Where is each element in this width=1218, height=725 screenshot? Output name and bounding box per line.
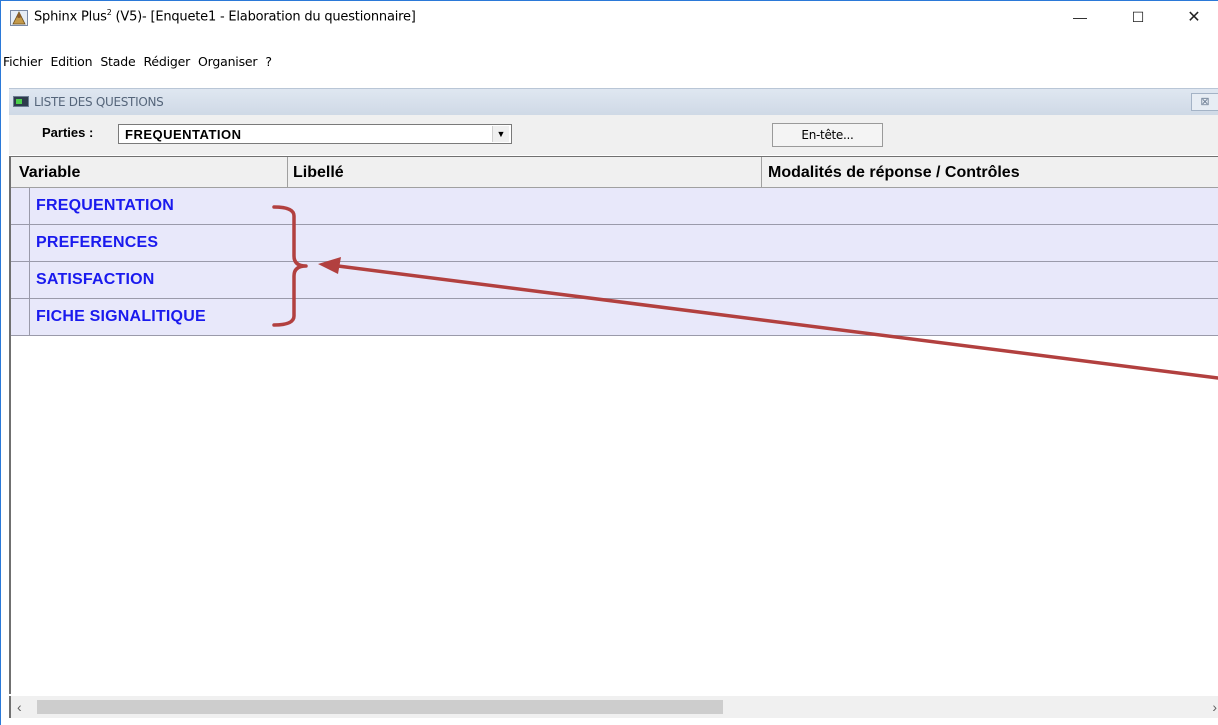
row-divider bbox=[29, 262, 30, 299]
menu-organiser[interactable]: Organiser bbox=[196, 54, 259, 69]
row-variable: FICHE SIGNALITIQUE bbox=[36, 308, 206, 325]
menu-fichier[interactable]: Fichier bbox=[1, 54, 44, 69]
row-variable: FREQUENTATION bbox=[36, 197, 174, 214]
row-divider bbox=[29, 188, 30, 225]
column-header-variable[interactable]: Variable bbox=[19, 164, 80, 182]
table-row[interactable]: FREQUENTATION bbox=[11, 188, 1218, 225]
parties-selected-value: FREQUENTATION bbox=[125, 127, 242, 142]
menu-stade[interactable]: Stade bbox=[98, 54, 137, 69]
parties-label: Parties : bbox=[42, 125, 94, 140]
maximize-button[interactable]: ☐ bbox=[1115, 1, 1161, 33]
scrollbar-thumb[interactable] bbox=[37, 700, 723, 714]
scroll-left-icon[interactable]: ‹ bbox=[17, 699, 22, 715]
app-name: Sphinx Plus bbox=[34, 9, 107, 25]
row-variable: SATISFACTION bbox=[36, 271, 155, 288]
window-title: Sphinx Plus2 (V5)- [Enquete1 - Elaborati… bbox=[34, 8, 416, 24]
window-title-rest: (V5)- [Enquete1 - Elaboration du questio… bbox=[111, 9, 416, 25]
column-header-modalites[interactable]: Modalités de réponse / Contrôles bbox=[768, 164, 1020, 182]
list-window-icon bbox=[13, 96, 29, 107]
row-variable: PREFERENCES bbox=[36, 234, 159, 251]
title-bar: Sphinx Plus2 (V5)- [Enquete1 - Elaborati… bbox=[1, 1, 1218, 33]
minimize-button[interactable]: — bbox=[1057, 1, 1103, 33]
sphinx-app-icon[interactable] bbox=[10, 10, 28, 26]
column-header-libelle[interactable]: Libellé bbox=[293, 164, 344, 182]
menu-bar: Fichier Edition Stade Rédiger Organiser? bbox=[1, 53, 1218, 73]
close-button[interactable]: ✕ bbox=[1171, 1, 1217, 33]
dropdown-arrow-icon[interactable]: ▼ bbox=[492, 126, 509, 142]
table-row[interactable]: PREFERENCES bbox=[11, 225, 1218, 262]
menu-help[interactable]: ? bbox=[263, 54, 273, 69]
menu-rediger[interactable]: Rédiger bbox=[141, 54, 192, 69]
questions-grid: Variable Libellé Modalités de réponse / … bbox=[9, 156, 1218, 694]
child-window-title: LISTE DES QUESTIONS bbox=[34, 95, 164, 109]
parties-dropdown[interactable]: FREQUENTATION ▼ bbox=[118, 124, 512, 144]
menu-edition[interactable]: Edition bbox=[48, 54, 94, 69]
column-divider[interactable] bbox=[287, 157, 288, 187]
child-window-close-icon[interactable]: ⊠ bbox=[1191, 93, 1218, 111]
grid-header: Variable Libellé Modalités de réponse / … bbox=[11, 157, 1218, 188]
entete-button[interactable]: En-tête... bbox=[772, 123, 883, 147]
app-window: Sphinx Plus2 (V5)- [Enquete1 - Elaborati… bbox=[0, 0, 1218, 725]
parties-toolbar: Parties : FREQUENTATION ▼ En-tête... bbox=[9, 115, 1218, 155]
table-row[interactable]: FICHE SIGNALITIQUE bbox=[11, 299, 1218, 336]
row-divider bbox=[29, 299, 30, 336]
column-divider[interactable] bbox=[761, 157, 762, 187]
table-row[interactable]: SATISFACTION bbox=[11, 262, 1218, 299]
horizontal-scrollbar[interactable]: ‹ › bbox=[9, 696, 1218, 718]
row-divider bbox=[29, 225, 30, 262]
child-window-title-bar: LISTE DES QUESTIONS ⊠ bbox=[9, 88, 1218, 115]
scroll-right-icon[interactable]: › bbox=[1212, 699, 1217, 715]
